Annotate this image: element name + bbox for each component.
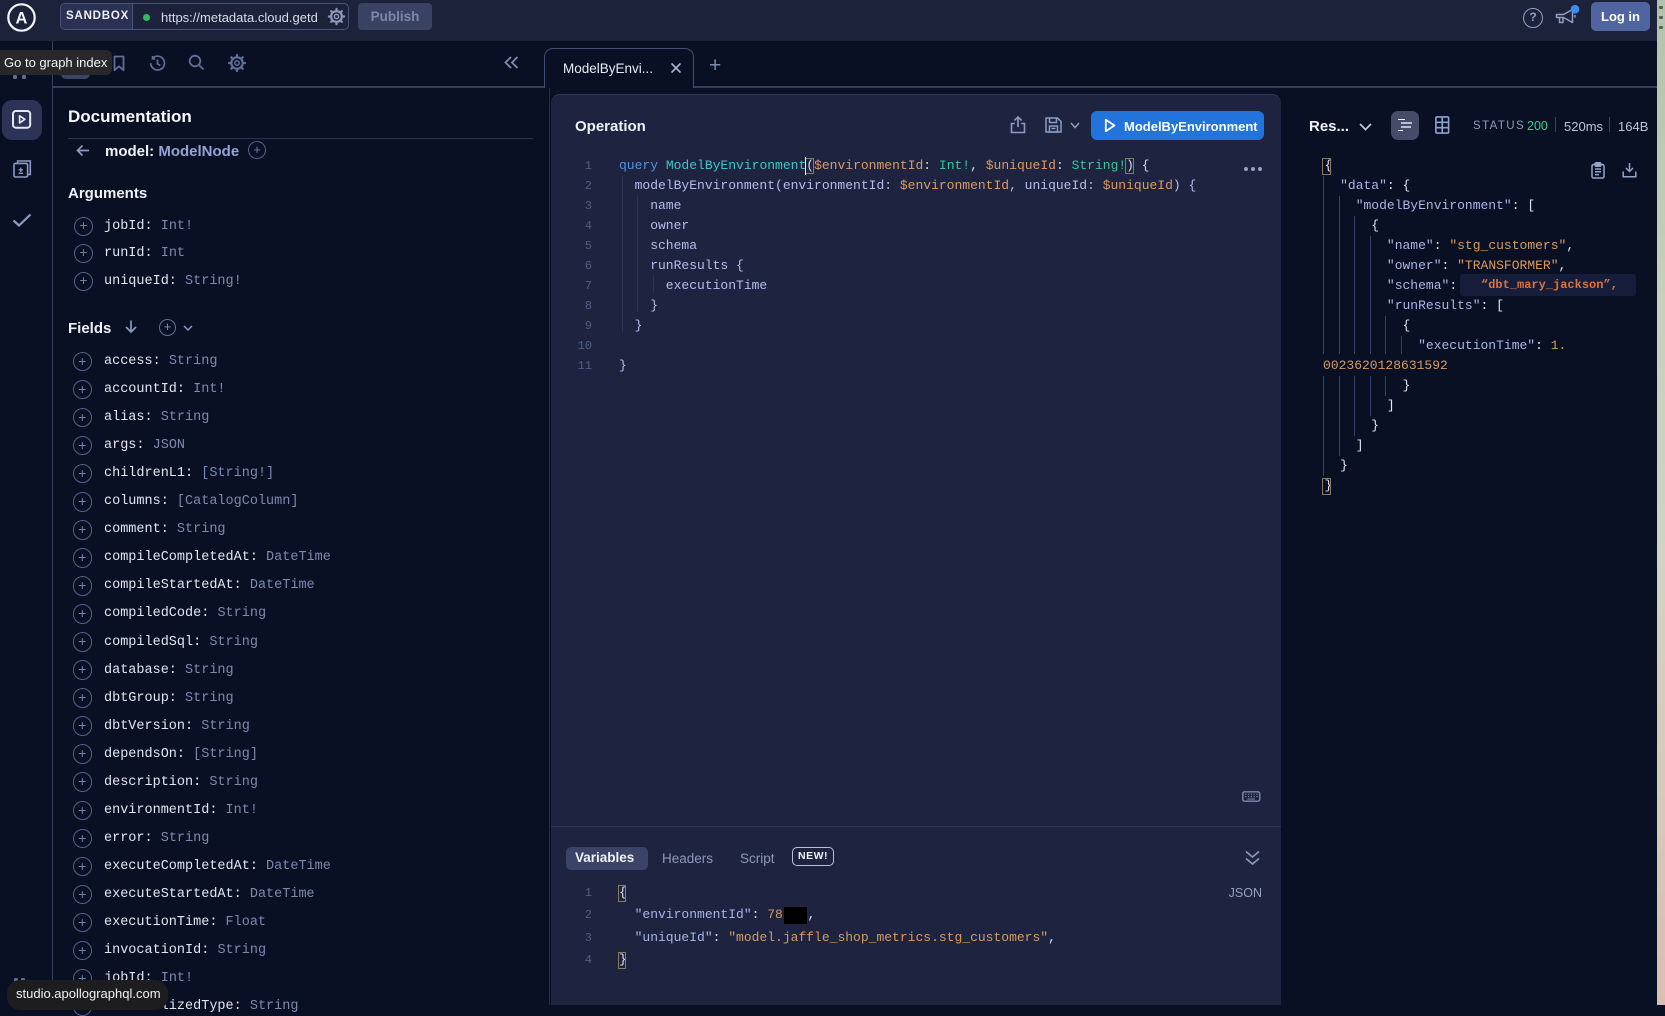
- svg-text:A: A: [16, 10, 28, 28]
